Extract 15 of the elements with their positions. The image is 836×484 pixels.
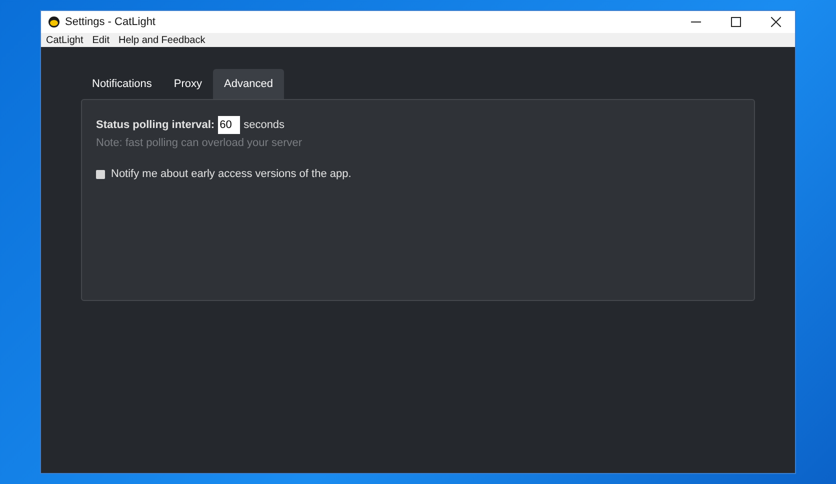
polling-note: Note: fast polling can overload your server [96, 137, 304, 149]
close-icon[interactable] [771, 17, 781, 27]
menu-item[interactable]: Edit [92, 34, 110, 46]
checkbox[interactable] [96, 170, 105, 178]
window-title: Settings - CatLight [65, 16, 156, 28]
maximize-icon[interactable] [731, 17, 741, 27]
polling-label: Status polling interval: [96, 119, 215, 131]
menu-item[interactable]: CatLight [46, 34, 84, 46]
unit-label: seconds [244, 119, 285, 131]
checkbox-label: Notify me about early access versions of the app. [111, 168, 352, 180]
tab[interactable]: Advanced [213, 69, 284, 99]
tab[interactable]: Notifications [81, 69, 163, 99]
interval-field[interactable]: 60 [218, 116, 240, 134]
tab[interactable]: Proxy [162, 69, 214, 99]
menu-item[interactable]: Help and Feedback [118, 34, 206, 46]
